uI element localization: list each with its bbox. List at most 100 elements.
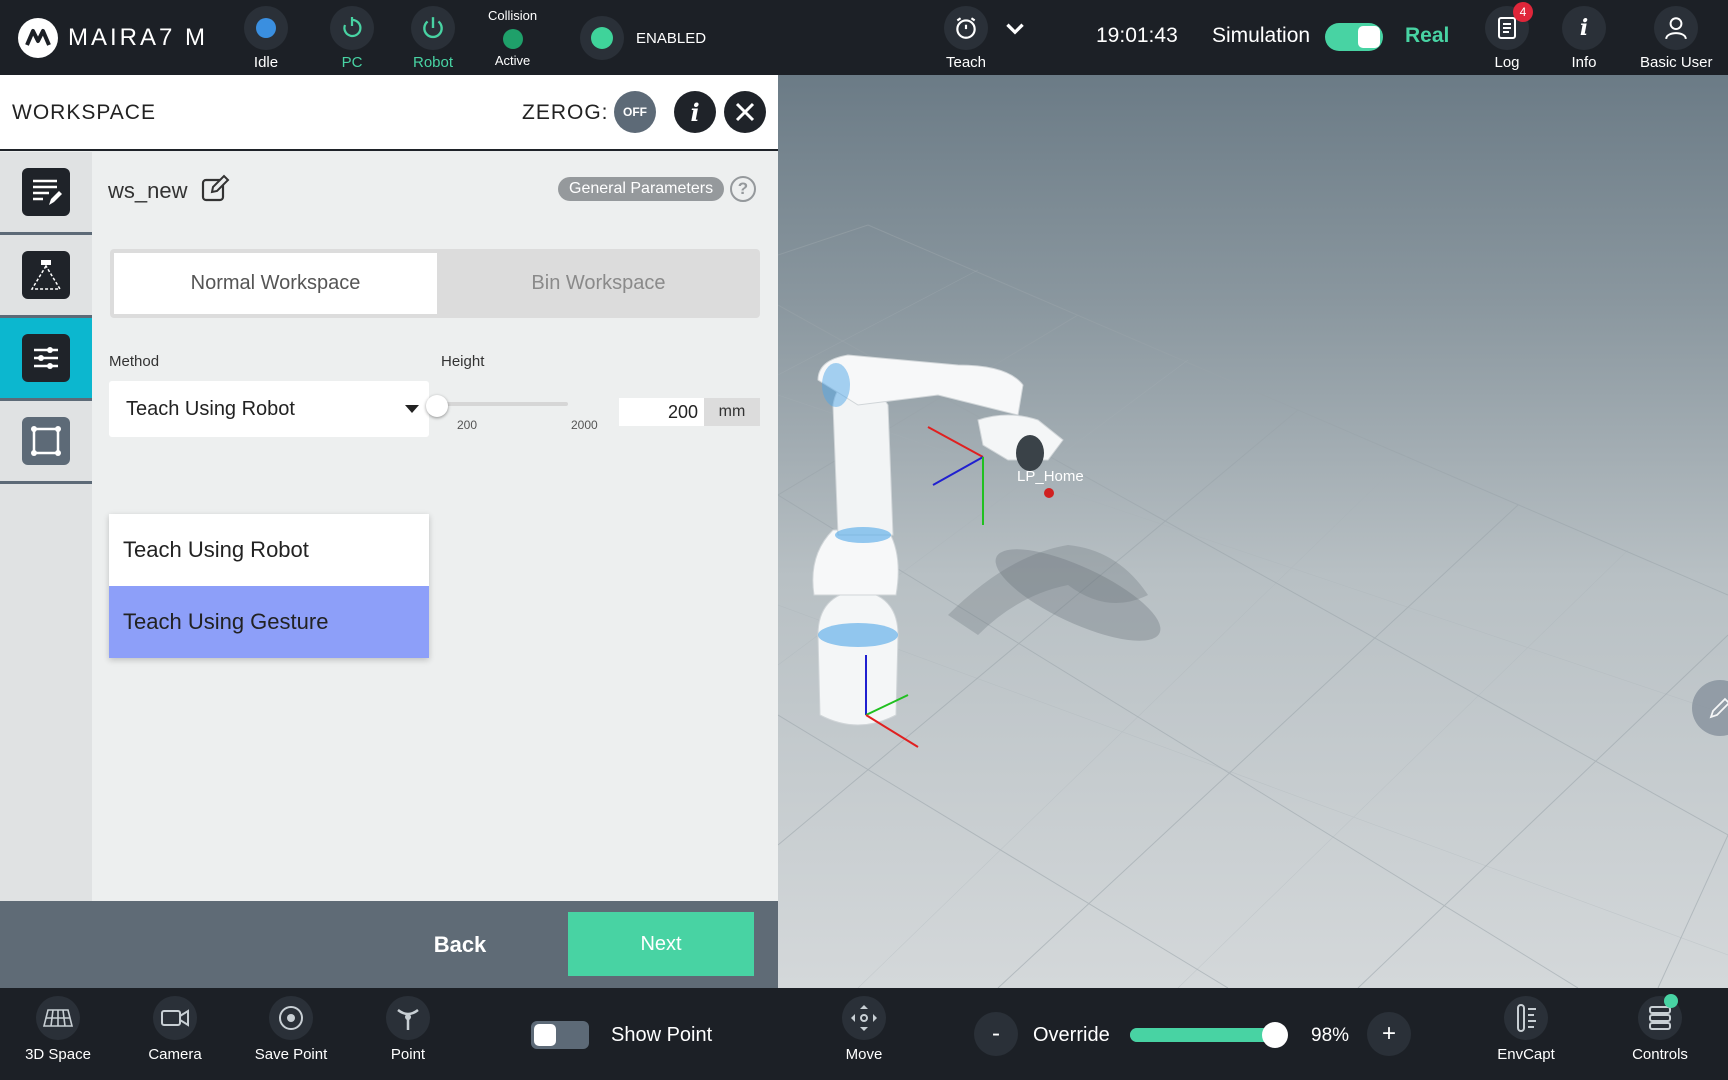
rail-item-camera-field[interactable]: [0, 235, 92, 318]
tool-frame-axes: [927, 426, 984, 525]
idle-status-button[interactable]: Idle: [244, 6, 288, 71]
height-input[interactable]: 200: [619, 398, 704, 426]
show-point-label: Show Point: [611, 1024, 713, 1046]
target-icon: [279, 1006, 303, 1030]
override-slider-knob[interactable]: [1262, 1022, 1288, 1048]
override-increase-button[interactable]: +: [1367, 1012, 1411, 1056]
lp-home-point: [1044, 488, 1054, 498]
info-label: Info: [1571, 54, 1597, 71]
panel-footer: Back Next: [0, 901, 778, 988]
zerog-toggle-button[interactable]: OFF: [614, 91, 656, 133]
chevron-down-icon[interactable]: [1002, 16, 1028, 47]
power-icon: [423, 17, 443, 39]
robot-power-button[interactable]: Robot: [411, 6, 455, 71]
move-arrows-icon: [851, 1005, 877, 1031]
override-slider-fill: [1130, 1028, 1276, 1042]
tab-bin-workspace[interactable]: Bin Workspace: [437, 253, 760, 314]
3d-viewport[interactable]: LP_Home: [778, 75, 1728, 988]
override-value: 98%: [1311, 1025, 1350, 1046]
back-button[interactable]: Back: [408, 925, 512, 965]
sliders-icon: [34, 347, 58, 369]
panel-header: WORKSPACE ZEROG: OFF i: [0, 75, 778, 151]
method-selected-value: Teach Using Robot: [126, 397, 295, 420]
controls-button[interactable]: Controls: [1610, 994, 1710, 1063]
info-icon: i: [690, 97, 700, 127]
3d-space-button[interactable]: 3D Space: [8, 996, 108, 1063]
collision-status[interactable]: Collision Active: [488, 8, 537, 68]
point-label-lp-home: LP_Home: [1017, 468, 1084, 485]
collision-title: Collision: [488, 8, 538, 23]
close-button[interactable]: [724, 91, 766, 133]
pc-power-button[interactable]: PC: [330, 6, 374, 71]
rail-item-edit[interactable]: [0, 152, 92, 235]
info-icon: i: [1579, 15, 1589, 41]
height-max: 2000: [571, 418, 598, 432]
method-label: Method: [109, 353, 160, 370]
simulation-real-toggle[interactable]: [1325, 23, 1383, 51]
height-min: 200: [457, 418, 478, 432]
pencil-icon: [1709, 697, 1728, 719]
help-icon[interactable]: ?: [730, 176, 756, 202]
log-count-badge: 4: [1513, 2, 1533, 22]
close-icon: [735, 102, 755, 122]
height-slider-track[interactable]: [432, 402, 568, 406]
teach-mode-button[interactable]: Teach: [944, 6, 988, 71]
controls-stack-icon: [1649, 1006, 1671, 1030]
edit-name-icon[interactable]: [200, 174, 230, 209]
method-option-robot[interactable]: Teach Using Robot: [109, 514, 429, 586]
tab-normal-workspace[interactable]: Normal Workspace: [114, 253, 437, 314]
teach-label: Teach: [945, 54, 987, 71]
show-point-toggle[interactable]: [531, 1021, 589, 1049]
caret-down-icon: [405, 405, 419, 413]
bottom-bar: 3D Space Camera Save Point Point Show Po…: [0, 988, 1728, 1080]
panel-info-button[interactable]: i: [674, 91, 716, 133]
override-decrease-button[interactable]: -: [974, 1012, 1018, 1056]
gripper-point-icon: [397, 1008, 419, 1030]
override-label: Override: [1033, 1024, 1110, 1046]
logo-icon: [18, 18, 58, 58]
rail-item-parameters[interactable]: [0, 318, 92, 401]
idle-label: Idle: [253, 54, 279, 71]
general-parameters-button[interactable]: General Parameters: [558, 177, 725, 201]
app-logo: MAIRA7 M: [18, 18, 208, 58]
clock: 19:01:43: [1096, 24, 1178, 47]
rail-item-boundary[interactable]: [0, 401, 92, 484]
3d-space-label: 3D Space: [25, 1046, 91, 1063]
info-button[interactable]: i Info: [1562, 6, 1606, 71]
robot-label: Robot: [412, 54, 454, 71]
panel-content: ws_new General Parameters ? Normal Works…: [92, 152, 778, 978]
controls-label: Controls: [1632, 1046, 1688, 1063]
log-button[interactable]: 4 Log: [1485, 2, 1533, 71]
user-button[interactable]: Basic User: [1640, 6, 1713, 71]
save-point-button[interactable]: Save Point: [241, 996, 341, 1063]
enabled-indicator-icon: [591, 27, 613, 49]
move-button[interactable]: Move: [814, 996, 914, 1063]
notes-edit-icon: [33, 179, 62, 205]
user-label: Basic User: [1640, 54, 1713, 71]
idle-indicator-icon: [256, 18, 276, 38]
workspace-panel: WORKSPACE ZEROG: OFF i ws_new General Pa…: [0, 75, 778, 988]
move-label: Move: [845, 1046, 883, 1063]
user-icon: [1665, 17, 1687, 40]
next-button[interactable]: Next: [568, 912, 754, 976]
log-icon: [1498, 17, 1516, 39]
enable-status-button[interactable]: ENABLED: [580, 16, 706, 60]
pc-label: PC: [341, 54, 363, 71]
camera-button[interactable]: Camera: [125, 996, 225, 1063]
simulation-label: Simulation: [1212, 24, 1311, 47]
real-label: Real: [1405, 24, 1450, 47]
height-slider-knob[interactable]: [426, 395, 448, 417]
workspace-type-tabs: Normal Workspace Bin Workspace: [110, 249, 760, 318]
point-button[interactable]: Point: [358, 996, 458, 1063]
method-option-gesture[interactable]: Teach Using Gesture: [109, 586, 429, 658]
side-rail: [0, 152, 92, 978]
envcapt-button[interactable]: EnvCapt: [1476, 996, 1576, 1063]
pc-restart-icon: [343, 17, 362, 38]
override-slider-track[interactable]: [1130, 1028, 1278, 1042]
robot-arm-model: [812, 354, 1064, 726]
collision-indicator-icon: [502, 29, 523, 49]
height-unit: mm: [704, 398, 760, 426]
method-select[interactable]: Teach Using Robot: [109, 381, 429, 437]
teach-timer-icon: [956, 17, 976, 39]
robot-model-name: MAIRA7 M: [68, 24, 209, 51]
